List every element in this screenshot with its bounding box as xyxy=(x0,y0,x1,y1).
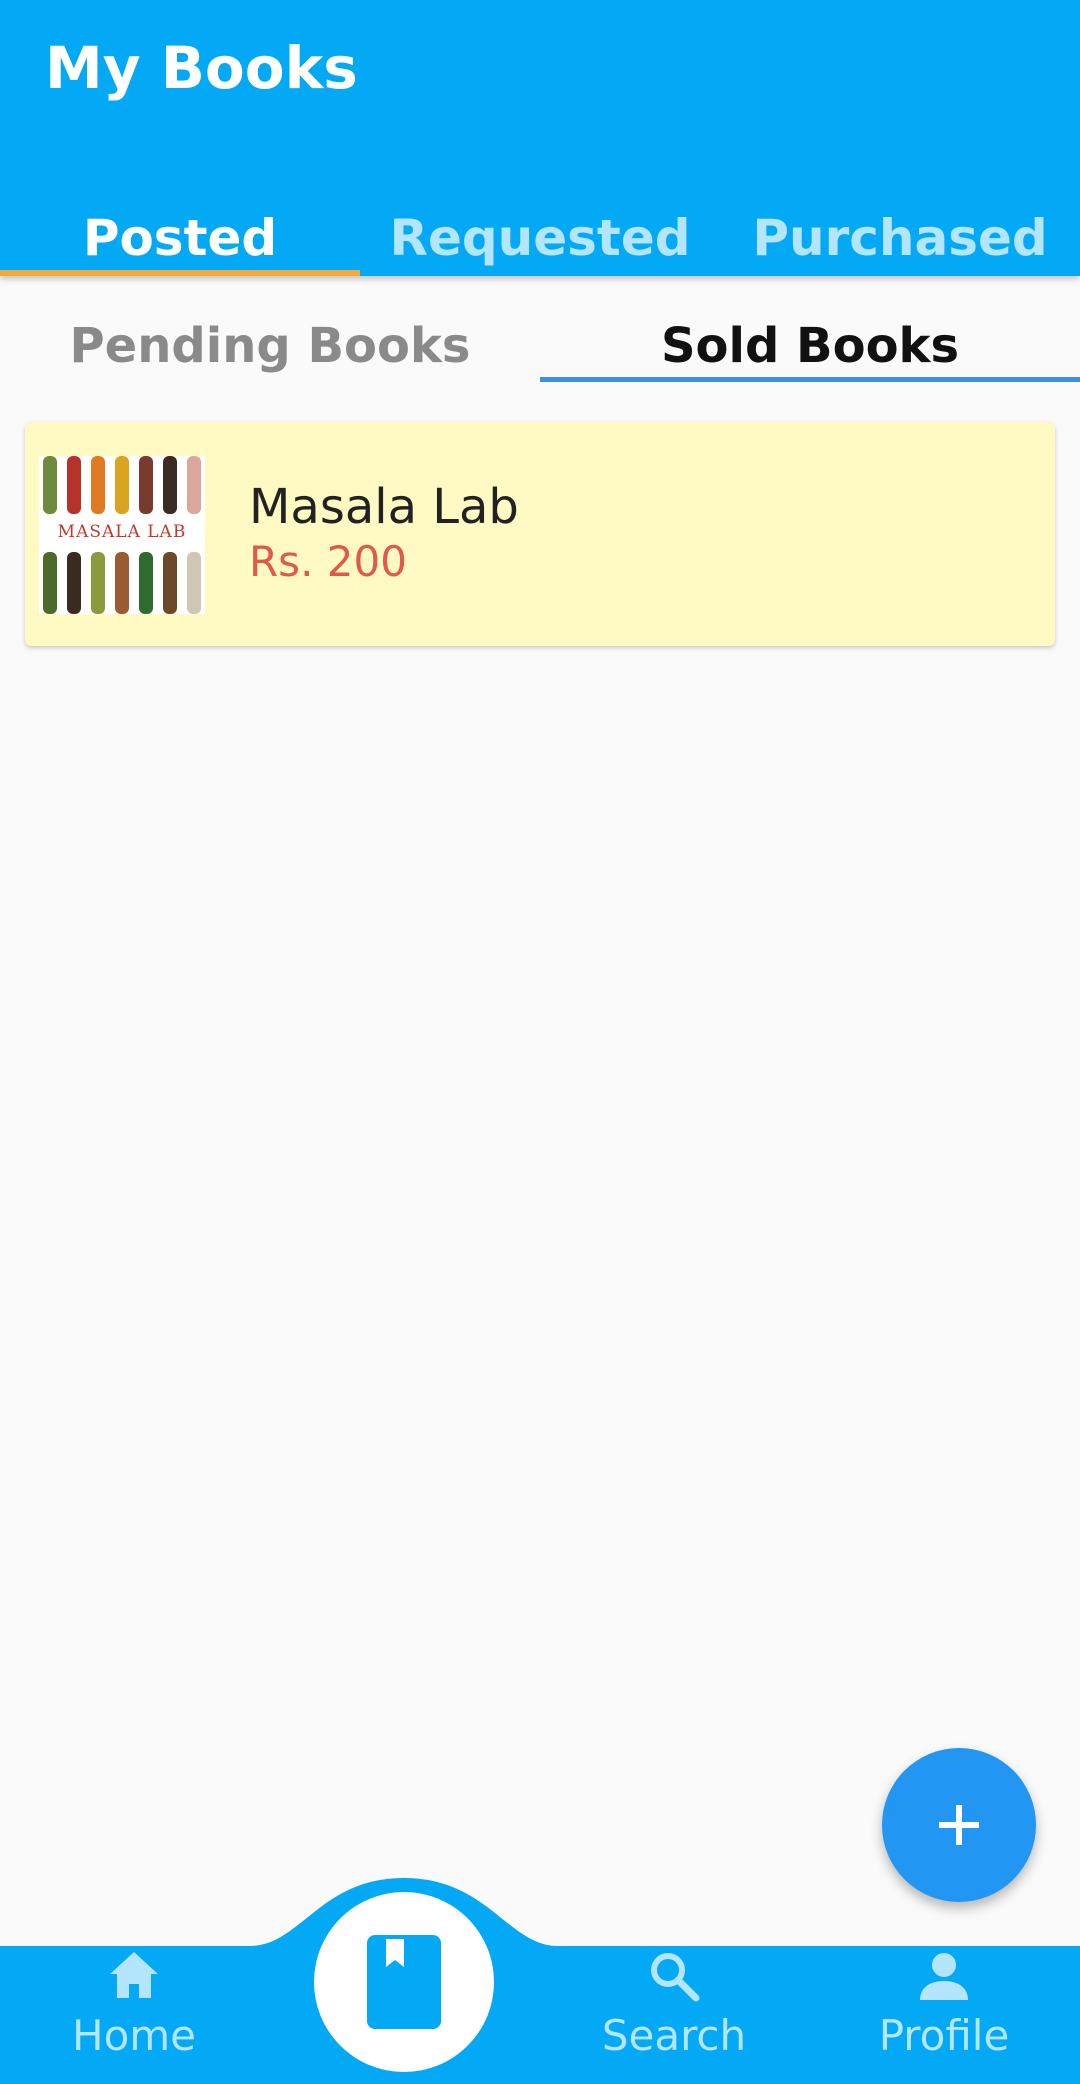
book-cover-wordmark: MASALA LAB xyxy=(39,522,205,542)
search-icon xyxy=(651,1953,700,2002)
nav-home[interactable]: Home xyxy=(14,1946,254,2084)
book-cover-image: MASALA LAB xyxy=(39,456,205,614)
app-bar: My Books Posted Requested Purchased xyxy=(0,0,1080,276)
plus-icon xyxy=(939,1805,979,1845)
tab-requested[interactable]: Requested xyxy=(360,200,720,276)
subtab-indicator xyxy=(540,377,1080,382)
person-icon xyxy=(920,1953,968,2000)
book-bookmark-icon xyxy=(367,1935,441,2029)
book-card[interactable]: MASALA LAB Masala Lab Rs. 200 xyxy=(25,422,1055,646)
page-title: My Books xyxy=(45,34,358,102)
nav-profile[interactable]: Profile xyxy=(824,1946,1064,2084)
tab-posted[interactable]: Posted xyxy=(0,200,360,276)
subtab-sold-books[interactable]: Sold Books xyxy=(540,306,1080,386)
book-title: Masala Lab xyxy=(249,479,519,535)
tab-purchased[interactable]: Purchased xyxy=(720,200,1080,276)
nav-search-label: Search xyxy=(601,2011,747,2060)
book-price: Rs. 200 xyxy=(249,537,407,586)
nav-my-books[interactable] xyxy=(314,1892,494,2072)
add-book-button[interactable] xyxy=(882,1748,1036,1902)
home-icon xyxy=(110,1952,158,1998)
tab-indicator xyxy=(0,270,360,276)
nav-search[interactable]: Search xyxy=(554,1946,794,2084)
nav-profile-label: Profile xyxy=(878,2011,1010,2060)
nav-home-label: Home xyxy=(71,2011,197,2060)
subtab-pending-books[interactable]: Pending Books xyxy=(0,306,540,386)
